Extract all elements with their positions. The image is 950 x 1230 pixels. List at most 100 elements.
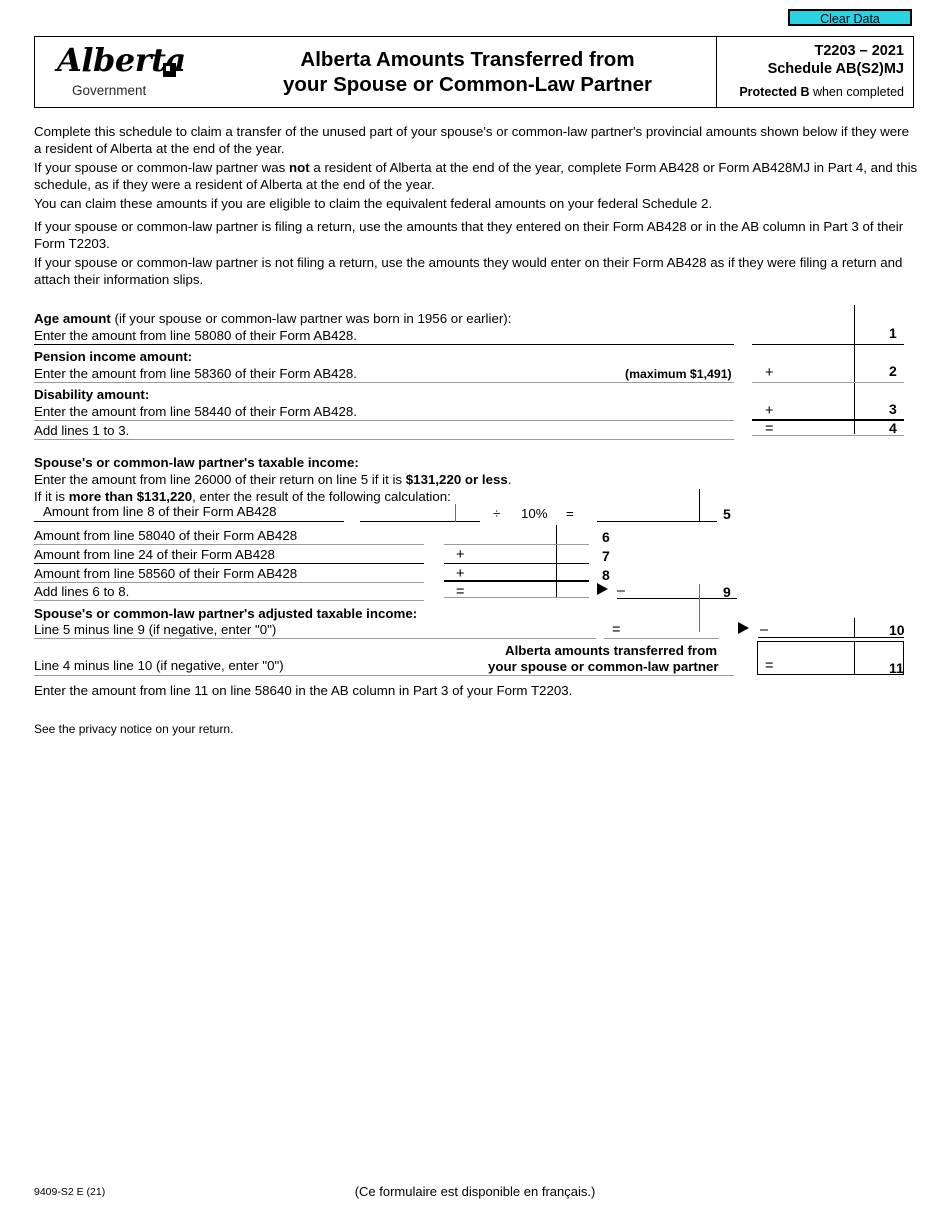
line5-field-divider bbox=[699, 489, 700, 522]
line4-field-rule[interactable] bbox=[752, 435, 904, 436]
page-title-line2: your Spouse or Common-Law Partner bbox=[282, 73, 653, 96]
line10-rule bbox=[34, 638, 596, 639]
line11-amount-box[interactable] bbox=[757, 641, 904, 675]
adjusted-taxable-income-heading: Spouse's or common-law partner's adjuste… bbox=[34, 606, 418, 621]
taxable-income-sub2: If it is more than $131,220, enter the r… bbox=[34, 489, 451, 505]
section1-vertical-rule bbox=[854, 305, 855, 434]
line-number-2: 2 bbox=[889, 363, 897, 379]
pension-maximum-note: (maximum $1,491) bbox=[625, 367, 732, 381]
line10-field-rule[interactable] bbox=[758, 637, 904, 638]
line10-carry-arrow-icon bbox=[738, 622, 749, 634]
sub1-threshold: $131,220 or less bbox=[405, 472, 508, 487]
line10-field-divider bbox=[854, 618, 855, 638]
pension-income-rule bbox=[34, 382, 734, 383]
line-number-1: 1 bbox=[889, 325, 897, 341]
row9-label: Add lines 6 to 8. bbox=[34, 584, 130, 599]
row7-plus-operator: + bbox=[456, 547, 465, 563]
protected-b-badge: Protected B when completed bbox=[717, 85, 904, 99]
disability-sub: Enter the amount from line 58440 of thei… bbox=[34, 404, 357, 419]
form-meta: T2203 – 2021 Schedule AB(S2)MJ Protected… bbox=[716, 37, 913, 107]
line-number-5: 5 bbox=[723, 506, 731, 522]
pension-plus-operator: + bbox=[765, 365, 774, 381]
pension-income-field-rule[interactable] bbox=[752, 382, 904, 383]
line11-box-divider bbox=[854, 641, 855, 675]
line9-field-rule[interactable] bbox=[617, 598, 737, 599]
protected-b-rest: when completed bbox=[809, 85, 904, 99]
form-page: Clear Data Alberta Government Alberta Am… bbox=[0, 0, 950, 1230]
row9-carry-arrow-icon bbox=[597, 583, 608, 595]
line11-caption-line2: your spouse or common-law partner bbox=[488, 659, 719, 674]
disability-field-rule[interactable] bbox=[752, 419, 904, 421]
line10-subtotal-rule bbox=[604, 638, 719, 639]
alberta-government-label: Government bbox=[72, 83, 147, 98]
pension-income-sub: Enter the amount from line 58360 of thei… bbox=[34, 366, 357, 381]
add-lines-1-3-equals: = bbox=[765, 421, 774, 437]
protected-b-bold: Protected B bbox=[739, 85, 810, 99]
row9-subtotal-rule bbox=[444, 597, 589, 598]
age-amount-sub: Enter the amount from line 58080 of thei… bbox=[34, 328, 357, 343]
footer-french-note: (Ce formulaire est disponible en françai… bbox=[354, 1184, 596, 1199]
line-number-10: 10 bbox=[889, 622, 905, 638]
disability-plus-operator: + bbox=[765, 403, 774, 419]
row7-label: Amount from line 24 of their Form AB428 bbox=[34, 547, 275, 562]
row7-field-rule[interactable] bbox=[444, 563, 589, 564]
page-title-line1: Alberta Amounts Transferred from bbox=[300, 48, 635, 71]
row8-rule bbox=[34, 582, 424, 583]
schedule-number: Schedule AB(S2)MJ bbox=[767, 61, 904, 77]
pension-income-heading: Pension income amount: bbox=[34, 349, 193, 364]
closing-instruction: Enter the amount from line 11 on line 58… bbox=[34, 683, 573, 698]
row8-label: Amount from line 58560 of their Form AB4… bbox=[34, 566, 298, 581]
row7-rule bbox=[34, 563, 424, 564]
row6-label: Amount from line 58040 of their Form AB4… bbox=[34, 528, 298, 543]
age-amount-field-rule[interactable] bbox=[752, 344, 904, 345]
sub2-threshold: more than $131,220 bbox=[68, 489, 193, 504]
sub1-a: Enter the amount from line 26000 of thei… bbox=[34, 472, 406, 487]
sub1-b: . bbox=[507, 472, 512, 487]
row6-field-rule[interactable] bbox=[444, 544, 589, 545]
disability-rule bbox=[34, 420, 734, 421]
intro-paragraph-5: If your spouse or common-law partner is … bbox=[34, 255, 903, 287]
line10-minus-operator: – bbox=[760, 622, 769, 638]
line-number-8: 8 bbox=[602, 567, 610, 583]
line-number-11: 11 bbox=[889, 660, 904, 676]
intro-p2-not: not bbox=[288, 160, 310, 175]
intro-paragraph-1: Complete this schedule to claim a transf… bbox=[34, 124, 909, 156]
line-number-7: 7 bbox=[602, 548, 610, 564]
row8-plus-operator: + bbox=[456, 566, 465, 582]
form-header: Alberta Government Alberta Amounts Trans… bbox=[34, 36, 914, 108]
row9-minus-operator: – bbox=[617, 583, 626, 599]
add-lines-1-3-label: Add lines 1 to 3. bbox=[34, 423, 130, 438]
intro-paragraph-3: You can claim these amounts if you are e… bbox=[34, 196, 713, 211]
taxable-income-sub1: Enter the amount from line 26000 of thei… bbox=[34, 472, 512, 488]
age-amount-bold: Age amount bbox=[34, 311, 111, 326]
alberta-logo: Alberta Government bbox=[35, 37, 220, 107]
line5-calc-field-rule[interactable] bbox=[360, 521, 480, 522]
row9-equals-operator: = bbox=[456, 584, 465, 600]
line9-field-divider bbox=[699, 584, 700, 632]
clear-data-button[interactable]: Clear Data bbox=[788, 9, 912, 26]
line11-rule bbox=[34, 675, 734, 676]
age-amount-heading: Age amount (if your spouse or common-law… bbox=[34, 311, 511, 327]
divide-operator: ÷ bbox=[493, 506, 501, 521]
line5-calc-field-divider bbox=[455, 504, 456, 522]
row8-field-rule[interactable] bbox=[444, 580, 589, 582]
line11-caption-line1: Alberta amounts transferred from bbox=[505, 643, 718, 658]
line10-label: Line 5 minus line 9 (if negative, enter … bbox=[34, 622, 277, 637]
line5-calc-label: Amount from line 8 of their Form AB428 bbox=[43, 504, 277, 519]
intro-paragraph-4: If your spouse or common-law partner is … bbox=[34, 219, 904, 251]
taxable-income-heading: Spouse's or common-law partner's taxable… bbox=[34, 455, 359, 470]
sub2-b: , enter the result of the following calc… bbox=[192, 489, 451, 504]
line11-equals-operator: = bbox=[765, 658, 774, 674]
line5-equals-operator: = bbox=[566, 506, 574, 521]
age-amount-rest: (if your spouse or common-law partner wa… bbox=[110, 311, 512, 326]
section2-vertical-rule bbox=[556, 525, 557, 597]
line-number-4: 4 bbox=[889, 420, 897, 436]
privacy-notice: See the privacy notice on your return. bbox=[34, 722, 234, 736]
intro-paragraph-2: If your spouse or common-law partner was… bbox=[34, 160, 918, 193]
form-number: T2203 – 2021 bbox=[814, 43, 905, 59]
line11-label: Line 4 minus line 10 (if negative, enter… bbox=[34, 658, 284, 673]
line10-equals-operator: = bbox=[612, 622, 621, 638]
percent-rate: 10% bbox=[521, 506, 548, 521]
row6-rule bbox=[34, 544, 424, 545]
age-amount-rule bbox=[34, 344, 734, 345]
